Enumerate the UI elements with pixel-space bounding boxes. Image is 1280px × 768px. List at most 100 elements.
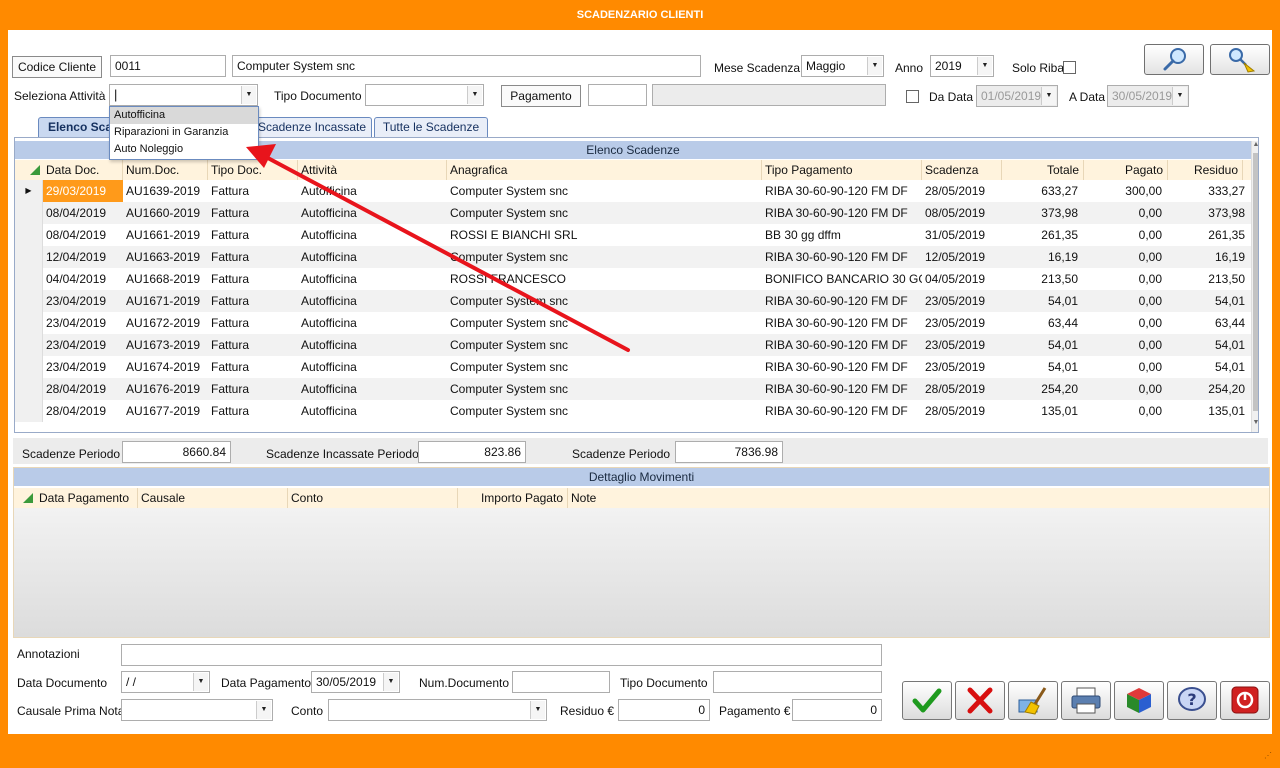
tipo-documento-bottom-input[interactable] (713, 671, 882, 693)
clear-search-button[interactable] (1210, 44, 1270, 75)
anno-select[interactable]: 2019 ▼ (930, 55, 994, 77)
row-selector[interactable] (15, 268, 43, 290)
table-row[interactable]: ▶ 29/03/2019 AU1639-2019 Fattura Autofficina… (15, 180, 1251, 202)
cell-attivita[interactable]: Autofficina (298, 378, 447, 400)
tab-scadenze-incassate[interactable]: Scadenze Incassate (252, 117, 372, 137)
scadenze-scrollbar[interactable]: ▲ ▼ (1251, 141, 1258, 432)
cell-attivita[interactable]: Autofficina (298, 356, 447, 378)
conto-select[interactable]: ▼ (328, 699, 547, 721)
col-residuo[interactable]: Residuo (1168, 160, 1243, 180)
table-row[interactable]: 12/04/2019 AU1663-2019 Fattura Autofficina C… (15, 246, 1251, 268)
cell-pagato[interactable]: 0,00 (1084, 246, 1168, 268)
cell-totale[interactable]: 63,44 (1002, 312, 1084, 334)
cell-anagrafica[interactable]: Computer System snc (447, 356, 762, 378)
cell-pagato[interactable]: 0,00 (1084, 378, 1168, 400)
row-selector[interactable] (15, 356, 43, 378)
col-tipo-pagamento[interactable]: Tipo Pagamento (762, 160, 922, 180)
cell-tipo-pagamento[interactable]: RIBA 30-60-90-120 FM DF (762, 246, 922, 268)
col-tipo-doc[interactable]: Tipo Doc. (208, 160, 298, 180)
row-selector[interactable] (15, 400, 43, 422)
cell-anagrafica[interactable]: Computer System snc (447, 290, 762, 312)
cliente-name-field[interactable]: Computer System snc (232, 55, 701, 77)
cell-scadenza[interactable]: 08/05/2019 (922, 202, 1002, 224)
cell-pagato[interactable]: 0,00 (1084, 290, 1168, 312)
da-data-checkbox[interactable] (906, 90, 919, 103)
cell-tipo-pagamento[interactable]: RIBA 30-60-90-120 FM DF (762, 356, 922, 378)
cell-scadenza[interactable]: 28/05/2019 (922, 378, 1002, 400)
pagamento-code-input[interactable] (588, 84, 647, 106)
attivita-option-garanzia[interactable]: Riparazioni in Garanzia (110, 124, 258, 141)
tipo-documento-select[interactable]: ▼ (365, 84, 484, 106)
codice-cliente-input[interactable]: 0011 (110, 55, 226, 77)
cell-data-doc[interactable]: 28/04/2019 (43, 378, 123, 400)
cell-totale[interactable]: 261,35 (1002, 224, 1084, 246)
row-selector[interactable] (15, 246, 43, 268)
cell-residuo[interactable]: 254,20 (1168, 378, 1251, 400)
cell-residuo[interactable]: 16,19 (1168, 246, 1251, 268)
cell-attivita[interactable]: Autofficina (298, 400, 447, 422)
cell-tipo-pagamento[interactable]: BB 30 gg dffm (762, 224, 922, 246)
select-all-corner[interactable] (15, 160, 43, 180)
cell-tipo-doc[interactable]: Fattura (208, 312, 298, 334)
cell-scadenza[interactable]: 28/05/2019 (922, 180, 1002, 202)
cell-data-doc[interactable]: 12/04/2019 (43, 246, 123, 268)
table-row[interactable]: 04/04/2019 AU1668-2019 Fattura Autofficina R… (15, 268, 1251, 290)
cell-num-doc[interactable]: AU1660-2019 (123, 202, 208, 224)
row-selector[interactable] (15, 378, 43, 400)
cell-scadenza[interactable]: 23/05/2019 (922, 334, 1002, 356)
cell-pagato[interactable]: 0,00 (1084, 400, 1168, 422)
cell-tipo-doc[interactable]: Fattura (208, 356, 298, 378)
cell-attivita[interactable]: Autofficina (298, 224, 447, 246)
col-causale[interactable]: Causale (138, 488, 288, 508)
chevron-down-icon[interactable]: ▼ (977, 57, 992, 75)
cell-scadenza[interactable]: 28/05/2019 (922, 400, 1002, 422)
cell-pagato[interactable]: 0,00 (1084, 334, 1168, 356)
cell-pagato[interactable]: 0,00 (1084, 312, 1168, 334)
cell-residuo[interactable]: 213,50 (1168, 268, 1251, 290)
cell-tipo-doc[interactable]: Fattura (208, 180, 298, 202)
cell-anagrafica[interactable]: Computer System snc (447, 378, 762, 400)
residuo-input[interactable]: 0 (618, 699, 710, 721)
attivita-option-noleggio[interactable]: Auto Noleggio (110, 141, 258, 158)
cell-data-doc[interactable]: 08/04/2019 (43, 224, 123, 246)
cell-scadenza[interactable]: 12/05/2019 (922, 246, 1002, 268)
cell-num-doc[interactable]: AU1673-2019 (123, 334, 208, 356)
cell-totale[interactable]: 213,50 (1002, 268, 1084, 290)
cell-residuo[interactable]: 63,44 (1168, 312, 1251, 334)
cell-anagrafica[interactable]: ROSSI E BIANCHI SRL (447, 224, 762, 246)
cell-anagrafica[interactable]: ROSSI FRANCESCO (447, 268, 762, 290)
table-row[interactable]: 08/04/2019 AU1660-2019 Fattura Autofficina C… (15, 202, 1251, 224)
cell-scadenza[interactable]: 31/05/2019 (922, 224, 1002, 246)
cell-pagato[interactable]: 0,00 (1084, 202, 1168, 224)
movimenti-corner[interactable] (14, 488, 36, 508)
cell-tipo-pagamento[interactable]: RIBA 30-60-90-120 FM DF (762, 312, 922, 334)
cell-totale[interactable]: 16,19 (1002, 246, 1084, 268)
row-selector[interactable] (15, 202, 43, 224)
chevron-down-icon[interactable]: ▼ (241, 86, 256, 104)
cell-tipo-pagamento[interactable]: RIBA 30-60-90-120 FM DF (762, 378, 922, 400)
cell-residuo[interactable]: 54,01 (1168, 290, 1251, 312)
cell-totale[interactable]: 135,01 (1002, 400, 1084, 422)
cell-attivita[interactable]: Autofficina (298, 268, 447, 290)
col-data-doc[interactable]: Data Doc. (43, 160, 123, 180)
col-totale[interactable]: Totale (1002, 160, 1084, 180)
cell-num-doc[interactable]: AU1671-2019 (123, 290, 208, 312)
cell-data-doc[interactable]: 08/04/2019 (43, 202, 123, 224)
help-button[interactable]: ? (1167, 681, 1217, 720)
table-row[interactable]: 23/04/2019 AU1672-2019 Fattura Autofficina C… (15, 312, 1251, 334)
col-scadenza[interactable]: Scadenza (922, 160, 1002, 180)
cell-attivita[interactable]: Autofficina (298, 202, 447, 224)
cell-totale[interactable]: 633,27 (1002, 180, 1084, 202)
current-row-indicator-icon[interactable]: ▶ (15, 180, 43, 202)
scroll-up-icon[interactable]: ▲ (1252, 141, 1258, 151)
cell-num-doc[interactable]: AU1674-2019 (123, 356, 208, 378)
cell-attivita[interactable]: Autofficina (298, 312, 447, 334)
codice-cliente-button[interactable]: Codice Cliente (12, 56, 102, 78)
cell-anagrafica[interactable]: Computer System snc (447, 334, 762, 356)
cell-residuo[interactable]: 135,01 (1168, 400, 1251, 422)
cell-attivita[interactable]: Autofficina (298, 246, 447, 268)
row-selector[interactable] (15, 290, 43, 312)
scroll-thumb[interactable] (1253, 153, 1258, 411)
cell-attivita[interactable]: Autofficina (298, 334, 447, 356)
cell-attivita[interactable]: Autofficina (298, 180, 447, 202)
